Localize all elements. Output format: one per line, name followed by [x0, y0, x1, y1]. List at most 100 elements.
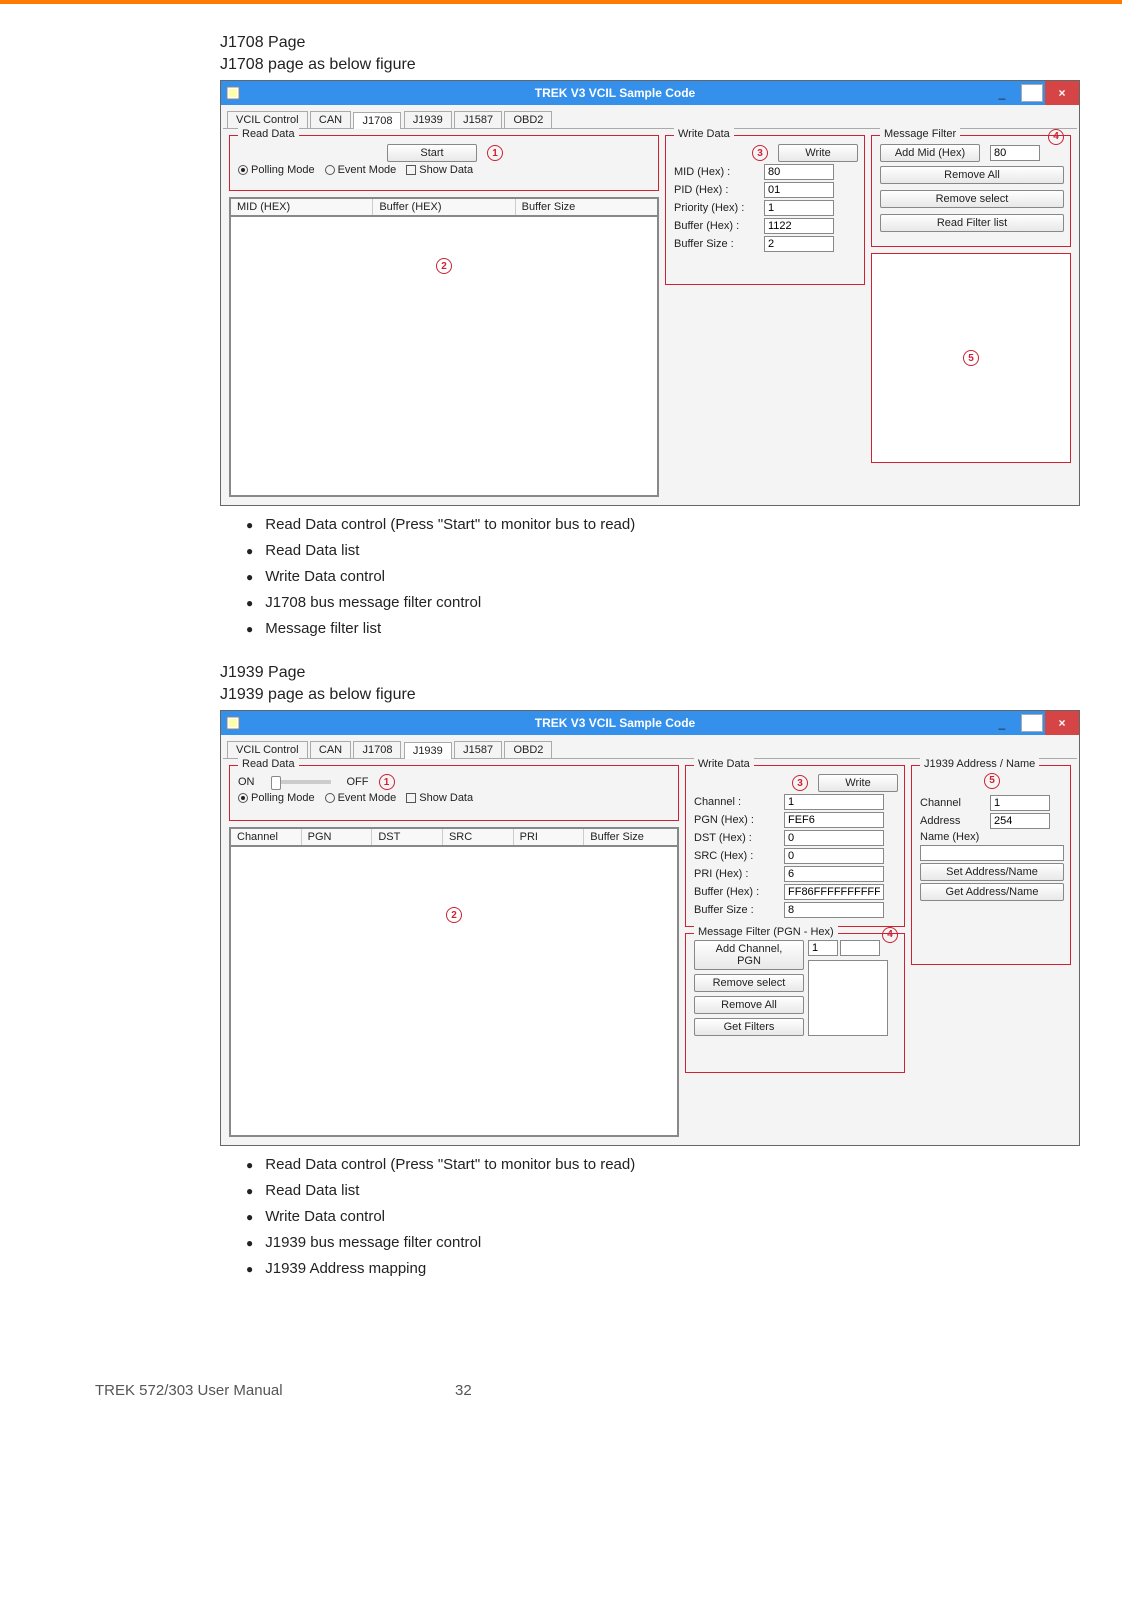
get-address-button[interactable]: Get Address/Name	[920, 883, 1064, 901]
marker-2: 2	[436, 258, 452, 274]
off-label: OFF	[347, 776, 369, 788]
marker-4: 4	[882, 927, 898, 943]
marker-4: 4	[1048, 129, 1064, 145]
tab-j1939[interactable]: J1939	[404, 111, 452, 128]
tab-j1939[interactable]: J1939	[404, 742, 452, 759]
footer-page: 32	[455, 1382, 472, 1399]
window-title: TREK V3 VCIL Sample Code	[245, 86, 985, 100]
start-button[interactable]: Start	[387, 144, 477, 162]
list-item: J1939 Address mapping	[246, 1256, 1080, 1282]
filter-channel-input[interactable]	[808, 940, 838, 956]
dst-input[interactable]	[784, 830, 884, 846]
event-mode-radio[interactable]: Event Mode	[325, 164, 397, 176]
list-item: Write Data control	[246, 564, 1080, 590]
remove-all-button[interactable]: Remove All	[694, 996, 804, 1014]
app-icon	[221, 716, 245, 730]
on-label: ON	[238, 776, 255, 788]
list-item: Read Data control (Press "Start" to moni…	[246, 1152, 1080, 1178]
add-mid-input[interactable]	[990, 145, 1040, 161]
filter-legend: Message Filter (PGN - Hex)	[694, 926, 838, 938]
polling-mode-radio[interactable]: Polling Mode	[238, 164, 315, 176]
tab-can[interactable]: CAN	[310, 741, 351, 758]
add-channel-pgn-button[interactable]: Add Channel, PGN	[694, 940, 804, 970]
remove-select-button[interactable]: Remove select	[880, 190, 1064, 208]
marker-5: 5	[963, 350, 979, 366]
list-item: J1708 bus message filter control	[246, 590, 1080, 616]
get-filters-button[interactable]: Get Filters	[694, 1018, 804, 1036]
write-data-legend: Write Data	[674, 128, 734, 140]
buffer-size-input[interactable]	[784, 902, 884, 918]
buffer-input[interactable]	[764, 218, 834, 234]
remove-all-button[interactable]: Remove All	[880, 166, 1064, 184]
close-button[interactable]: ×	[1045, 711, 1079, 735]
minimize-button[interactable]: _	[985, 81, 1019, 105]
marker-3: 3	[792, 775, 808, 791]
remove-select-button[interactable]: Remove select	[694, 974, 804, 992]
marker-3: 3	[752, 145, 768, 161]
marker-2: 2	[446, 907, 462, 923]
marker-1: 1	[379, 774, 395, 790]
show-data-check[interactable]: Show Data	[406, 164, 473, 176]
j1939-subtitle: J1939 page as below figure	[220, 684, 1080, 706]
tab-obd2[interactable]: OBD2	[504, 111, 552, 128]
j1708-title: J1708 Page	[220, 32, 1080, 54]
j1708-subtitle: J1708 page as below figure	[220, 54, 1080, 76]
j1939-window: TREK V3 VCIL Sample Code _ × VCIL Contro…	[220, 710, 1080, 1146]
read-data-list[interactable]: 2	[230, 216, 658, 496]
tab-j1587[interactable]: J1587	[454, 741, 502, 758]
channel-input[interactable]	[784, 794, 884, 810]
pid-input[interactable]	[764, 182, 834, 198]
show-data-check[interactable]: Show Data	[406, 792, 473, 804]
set-address-button[interactable]: Set Address/Name	[920, 863, 1064, 881]
j1939-title: J1939 Page	[220, 662, 1080, 684]
tab-obd2[interactable]: OBD2	[504, 741, 552, 758]
add-mid-button[interactable]: Add Mid (Hex)	[880, 144, 980, 162]
maximize-button[interactable]	[1021, 84, 1043, 102]
pgn-input[interactable]	[784, 812, 884, 828]
maximize-button[interactable]	[1021, 714, 1043, 732]
write-data-legend: Write Data	[694, 758, 754, 770]
on-off-slider[interactable]	[271, 780, 331, 784]
tab-j1708[interactable]: J1708	[353, 112, 401, 129]
page-footer: TREK 572/303 User Manual 32	[0, 1382, 1100, 1429]
filter-list[interactable]	[808, 960, 888, 1036]
read-data-list[interactable]: 2	[230, 846, 678, 1136]
event-mode-radio[interactable]: Event Mode	[325, 792, 397, 804]
minimize-button[interactable]: _	[985, 711, 1019, 735]
buffer-size-input[interactable]	[764, 236, 834, 252]
addr-address-input[interactable]	[990, 813, 1050, 829]
mid-input[interactable]	[764, 164, 834, 180]
window-title: TREK V3 VCIL Sample Code	[245, 716, 985, 730]
addr-name-input[interactable]	[920, 845, 1064, 861]
j1708-window: TREK V3 VCIL Sample Code _ × VCIL Contro…	[220, 80, 1080, 506]
addr-channel-input[interactable]	[990, 795, 1050, 811]
j1939-bullets: Read Data control (Press "Start" to moni…	[220, 1152, 1080, 1282]
j1708-bullets: Read Data control (Press "Start" to moni…	[220, 512, 1080, 642]
filter-list[interactable]: 5	[871, 253, 1071, 463]
write-button[interactable]: Write	[778, 144, 858, 162]
tab-vcil-control[interactable]: VCIL Control	[227, 741, 308, 758]
footer-manual: TREK 572/303 User Manual	[95, 1382, 455, 1399]
src-input[interactable]	[784, 848, 884, 864]
read-filter-list-button[interactable]: Read Filter list	[880, 214, 1064, 232]
close-button[interactable]: ×	[1045, 81, 1079, 105]
filter-legend: Message Filter	[880, 128, 960, 140]
list-item: Read Data list	[246, 1178, 1080, 1204]
list-item: Write Data control	[246, 1204, 1080, 1230]
write-button[interactable]: Write	[818, 774, 898, 792]
tab-bar: VCIL Control CAN J1708 J1939 J1587 OBD2	[223, 107, 1077, 129]
polling-mode-radio[interactable]: Polling Mode	[238, 792, 315, 804]
titlebar: TREK V3 VCIL Sample Code _ ×	[221, 81, 1079, 105]
tab-vcil-control[interactable]: VCIL Control	[227, 111, 308, 128]
priority-input[interactable]	[764, 200, 834, 216]
tab-bar: VCIL Control CAN J1708 J1939 J1587 OBD2	[223, 737, 1077, 759]
tab-j1708[interactable]: J1708	[353, 741, 401, 758]
pri-input[interactable]	[784, 866, 884, 882]
filter-pgn-input[interactable]	[840, 940, 880, 956]
list-item: J1939 bus message filter control	[246, 1230, 1080, 1256]
tab-can[interactable]: CAN	[310, 111, 351, 128]
tab-j1587[interactable]: J1587	[454, 111, 502, 128]
buffer-input[interactable]	[784, 884, 884, 900]
marker-5: 5	[984, 773, 1000, 789]
read-data-legend: Read Data	[238, 128, 299, 140]
